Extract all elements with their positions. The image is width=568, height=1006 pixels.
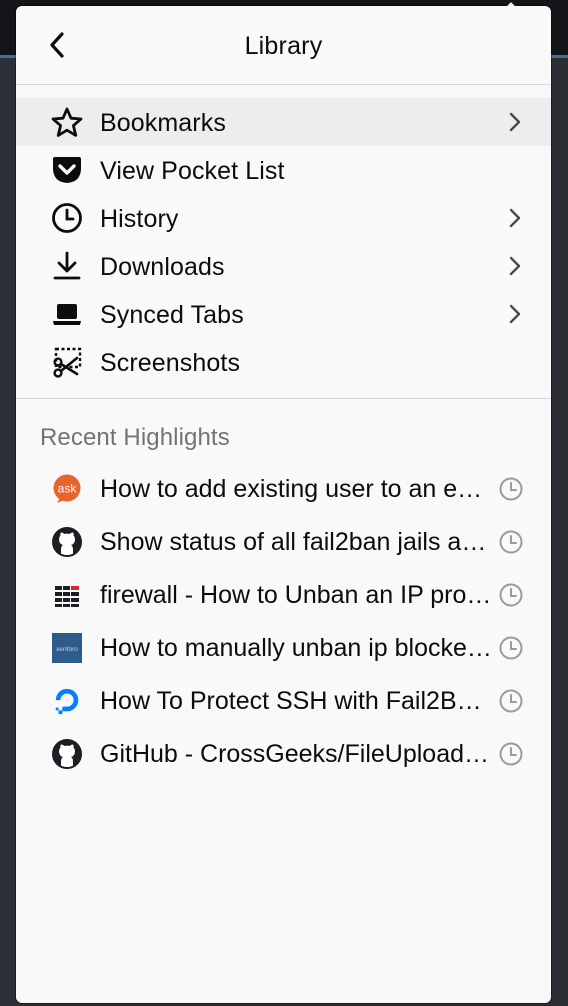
chevron-right-icon [509,256,521,276]
svg-text:xenforo: xenforo [56,646,78,653]
svg-text:ask: ask [58,482,78,496]
highlight-item[interactable]: How To Protect SSH with Fail2Ban on Ubun… [16,674,551,727]
serverfault-icon [52,580,82,610]
clock-icon [50,203,84,233]
menu-item-synced-tabs[interactable]: Synced Tabs [16,290,551,338]
highlight-title: How to manually unban ip blocked by fail… [100,634,492,662]
clock-icon [499,742,523,766]
menu-item-label: Bookmarks [100,109,226,137]
menu-item-label: View Pocket List [100,157,285,185]
askubuntu-icon: ask [52,474,82,504]
highlight-item[interactable]: Show status of all fail2ban jails at onc… [16,515,551,568]
clock-icon [499,530,523,554]
highlight-title: How to add existing user to an existing … [100,475,492,503]
highlight-item[interactable]: firewall - How to Unban an IP properly [16,568,551,621]
clock-icon [499,583,523,607]
menu-item-bookmarks[interactable]: Bookmarks [16,98,551,146]
header-divider [16,84,551,85]
library-panel: Library Bookmarks View Pocket List Histo… [16,2,551,1003]
github-icon [52,527,82,557]
section-divider [16,398,551,399]
menu-item-label: History [100,205,179,233]
laptop-icon [50,299,84,329]
download-icon [50,251,84,281]
panel-header: Library [16,6,551,86]
highlight-item[interactable]: xenforo How to manually unban ip blocked… [16,621,551,674]
menu-item-label: Downloads [100,253,225,281]
digitalocean-icon [52,686,82,716]
github-icon [52,739,82,769]
clock-icon [499,477,523,501]
chevron-right-icon [509,304,521,324]
page-background-right [551,58,568,1006]
chevron-right-icon [509,208,521,228]
menu-item-label: Synced Tabs [100,301,244,329]
menu-item-screenshots[interactable]: Screenshots [16,338,551,386]
screenshot-scissors-icon [50,347,84,378]
recent-highlights-heading: Recent Highlights [40,424,230,451]
highlight-title: GitHub - CrossGeeks/FileUploaderPlugin [100,740,492,768]
highlight-title: firewall - How to Unban an IP properly [100,581,492,609]
star-icon [50,107,84,137]
menu-item-pocket[interactable]: View Pocket List [16,146,551,194]
highlight-item[interactable]: ask How to add existing user to an exist… [16,462,551,515]
highlight-item[interactable]: GitHub - CrossGeeks/FileUploaderPlugin [16,727,551,780]
menu-item-history[interactable]: History [16,194,551,242]
menu-item-downloads[interactable]: Downloads [16,242,551,290]
menu-item-label: Screenshots [100,349,241,377]
pocket-icon [50,155,84,185]
chevron-right-icon [509,112,521,132]
highlight-title: Show status of all fail2ban jails at onc… [100,528,492,556]
clock-icon [499,636,523,660]
site-thumbnail-icon: xenforo [52,633,82,663]
highlight-title: How To Protect SSH with Fail2Ban on Ubun… [100,687,492,715]
page-background-left [0,58,16,1006]
clock-icon [499,689,523,713]
panel-title: Library [244,32,323,60]
